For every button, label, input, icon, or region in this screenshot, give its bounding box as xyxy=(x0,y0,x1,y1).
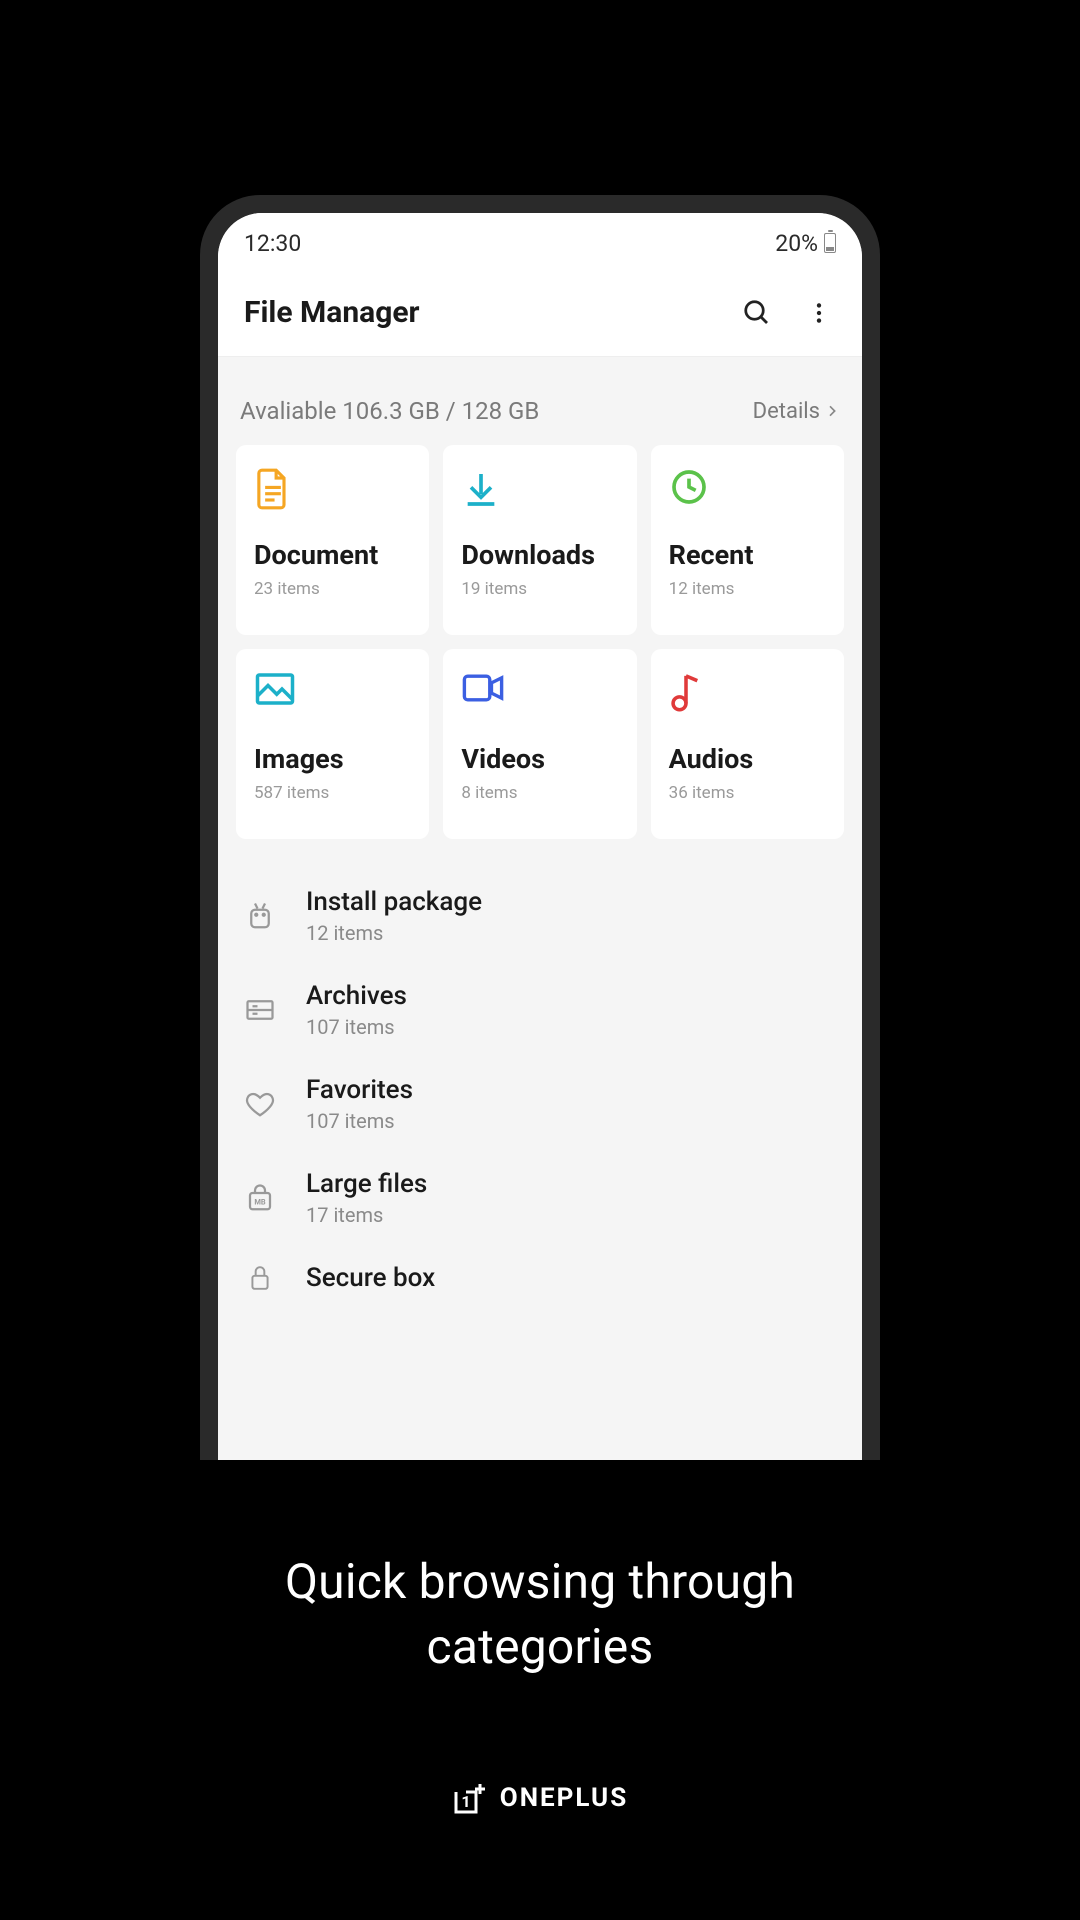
android-icon xyxy=(245,899,275,933)
list-item-archives[interactable]: Archives 107 items xyxy=(238,963,842,1057)
list-item-install-package[interactable]: Install package 12 items xyxy=(238,869,842,963)
more-vert-icon xyxy=(806,300,832,326)
category-sub: 12 items xyxy=(669,579,826,599)
list-item-sub: 12 items xyxy=(306,921,482,945)
battery-icon xyxy=(824,233,836,253)
list-item-secure-box[interactable]: Secure box xyxy=(238,1245,842,1311)
archive-icon xyxy=(245,996,275,1024)
app-title: File Manager xyxy=(244,295,740,330)
storage-row: Avaliable 106.3 GB / 128 GB Details xyxy=(218,357,862,445)
list-item-label: Install package xyxy=(306,887,482,917)
category-sub: 19 items xyxy=(461,579,618,599)
brand-name: ONEPLUS xyxy=(500,1783,628,1813)
category-label: Document xyxy=(254,539,411,571)
list-item-favorites[interactable]: Favorites 107 items xyxy=(238,1057,842,1151)
list-item-large-files[interactable]: MB Large files 17 items xyxy=(238,1151,842,1245)
search-icon xyxy=(742,298,772,328)
video-icon xyxy=(461,671,505,705)
category-label: Videos xyxy=(461,743,618,775)
clock-icon xyxy=(669,467,709,507)
category-sub: 8 items xyxy=(461,783,618,803)
list-item-sub: 107 items xyxy=(306,1109,413,1133)
category-audios[interactable]: Audios 36 items xyxy=(651,649,844,839)
category-videos[interactable]: Videos 8 items xyxy=(443,649,636,839)
category-images[interactable]: Images 587 items xyxy=(236,649,429,839)
document-icon xyxy=(254,467,292,511)
svg-text:1: 1 xyxy=(461,1792,470,1811)
details-label: Details xyxy=(753,399,820,424)
brand-lockup: 1 ONEPLUS xyxy=(452,1780,628,1816)
storage-text: Avaliable 106.3 GB / 128 GB xyxy=(240,397,539,425)
category-document[interactable]: Document 23 items xyxy=(236,445,429,635)
list-item-label: Archives xyxy=(306,981,407,1011)
promo-caption-area: Quick browsing through categories 1 ONEP… xyxy=(0,1460,1080,1920)
overflow-menu-button[interactable] xyxy=(802,296,836,330)
phone-frame: 12:30 20% File Manager xyxy=(200,195,880,1535)
search-button[interactable] xyxy=(740,296,774,330)
phone-screen: 12:30 20% File Manager xyxy=(218,213,862,1517)
category-label: Downloads xyxy=(461,539,618,571)
status-bar: 12:30 20% xyxy=(218,213,862,273)
category-grid: Document 23 items Downloads 19 items xyxy=(218,445,862,839)
category-recent[interactable]: Recent 12 items xyxy=(651,445,844,635)
chevron-right-icon xyxy=(824,403,840,419)
category-label: Images xyxy=(254,743,411,775)
status-time: 12:30 xyxy=(244,230,301,257)
image-icon xyxy=(254,671,296,707)
category-label: Recent xyxy=(669,539,826,571)
list-item-label: Secure box xyxy=(306,1263,435,1293)
storage-details-link[interactable]: Details xyxy=(753,399,840,424)
category-sub: 587 items xyxy=(254,783,411,803)
promo-caption: Quick browsing through categories xyxy=(240,1550,840,1680)
status-battery-pct: 20% xyxy=(775,230,818,257)
svg-text:MB: MB xyxy=(254,1197,266,1206)
category-sub: 23 items xyxy=(254,579,411,599)
heart-icon xyxy=(245,1090,275,1118)
lock-icon xyxy=(247,1263,273,1293)
category-downloads[interactable]: Downloads 19 items xyxy=(443,445,636,635)
category-label: Audios xyxy=(669,743,826,775)
app-bar: File Manager xyxy=(218,273,862,357)
list-item-label: Favorites xyxy=(306,1075,413,1105)
oneplus-logo-icon: 1 xyxy=(452,1780,488,1816)
download-icon xyxy=(461,467,501,511)
category-sub: 36 items xyxy=(669,783,826,803)
list-item-sub: 17 items xyxy=(306,1203,427,1227)
bag-icon: MB xyxy=(245,1183,275,1213)
list-item-sub: 107 items xyxy=(306,1015,407,1039)
music-note-icon xyxy=(669,671,703,713)
secondary-list: Install package 12 items Archives 107 it… xyxy=(218,839,862,1311)
list-item-label: Large files xyxy=(306,1169,427,1199)
